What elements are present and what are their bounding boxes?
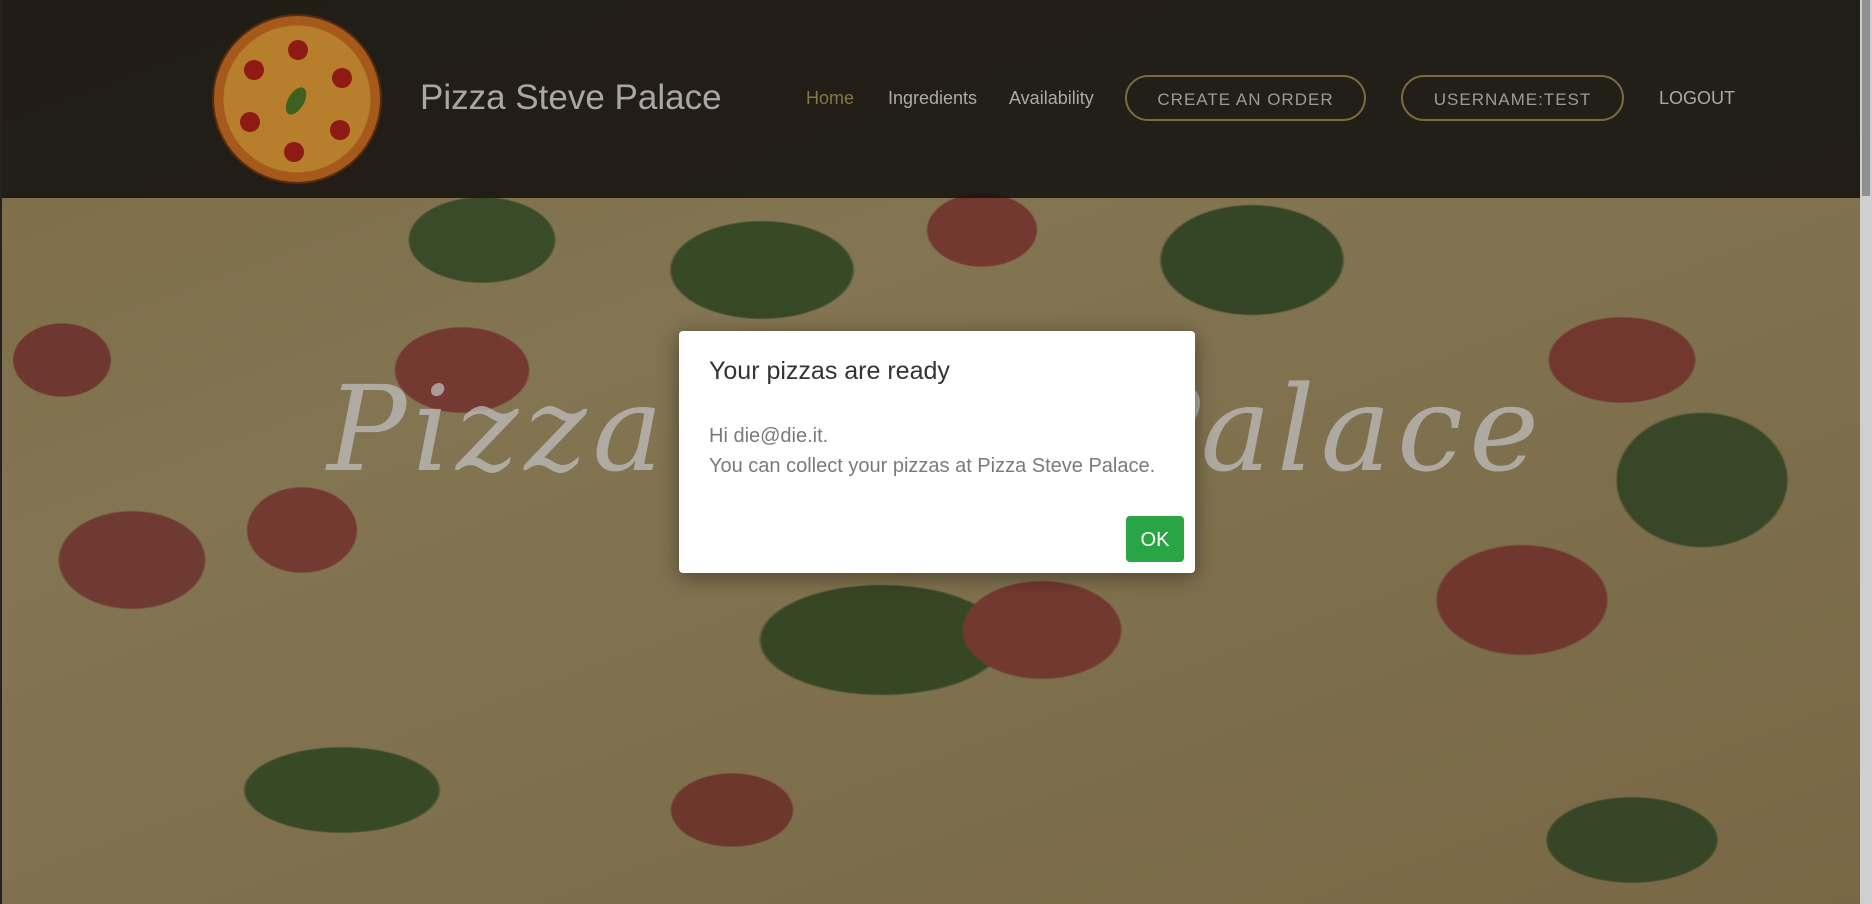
scrollbar-thumb[interactable]: [1862, 0, 1870, 196]
dialog-message: You can collect your pizzas at Pizza Ste…: [709, 455, 1156, 477]
nav-home[interactable]: Home: [806, 88, 854, 109]
logout-link[interactable]: LOGOUT: [1659, 88, 1735, 109]
ready-dialog: Your pizzas are ready Hi die@die.it. You…: [679, 331, 1195, 573]
navbar: Pizza Steve Palace Home Ingredients Avai…: [2, 0, 1860, 198]
nav-ingredients[interactable]: Ingredients: [888, 88, 977, 109]
create-order-button[interactable]: CREATE AN ORDER: [1125, 75, 1366, 121]
scrollbar[interactable]: [1860, 0, 1872, 904]
brand-name[interactable]: Pizza Steve Palace: [420, 78, 722, 118]
nav-availability[interactable]: Availability: [1009, 88, 1094, 109]
dialog-title: Your pizzas are ready: [709, 357, 950, 385]
dialog-greeting: Hi die@die.it.: [709, 425, 829, 447]
pizza-logo-icon[interactable]: [214, 16, 380, 182]
ok-button[interactable]: OK: [1126, 516, 1184, 562]
username-button[interactable]: USERNAME:TEST: [1401, 75, 1624, 121]
